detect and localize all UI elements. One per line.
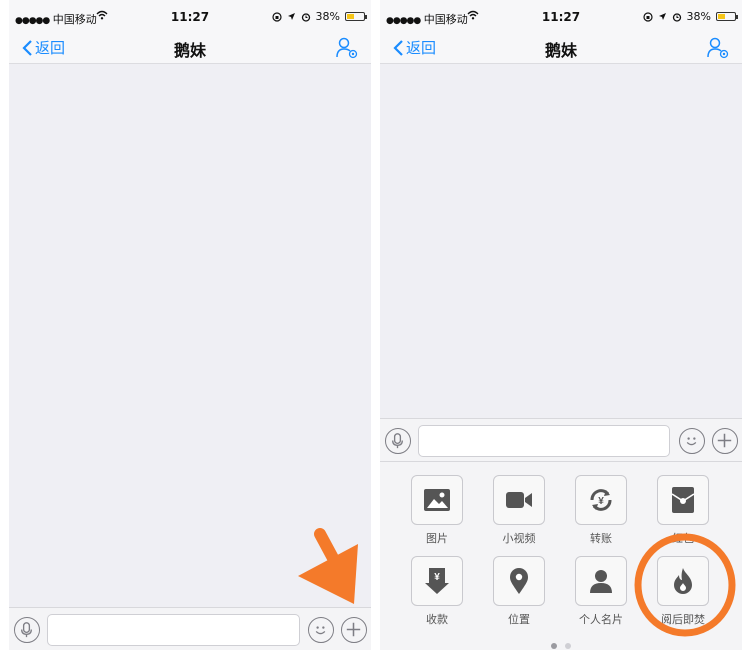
receive-money-icon: ¥ <box>425 568 449 594</box>
nav-bar: 返回 鹅妹 <box>9 34 371 64</box>
svg-text:¥: ¥ <box>434 572 440 583</box>
page-dot[interactable] <box>551 643 557 649</box>
voice-button[interactable] <box>14 617 40 643</box>
status-bar: ●●●●● 中国移动 11:27 38% <box>380 0 742 34</box>
status-right: 38% <box>642 10 738 23</box>
more-functions-panel: 图片 小视频 ¥ 转账 红包 ¥ 收款 位置 个人名片 阅后即焚 <box>380 462 742 650</box>
chat-area <box>380 65 742 418</box>
emoji-button[interactable] <box>679 428 705 454</box>
microphone-icon <box>21 622 32 638</box>
chat-title: 鹅妹 <box>173 41 206 60</box>
battery-fill <box>718 14 725 19</box>
contact-card-icon <box>590 570 612 593</box>
receive-money-button[interactable]: ¥ <box>411 556 463 606</box>
chat-title: 鹅妹 <box>544 41 577 60</box>
smiley-icon <box>315 626 326 635</box>
emoji-button[interactable] <box>308 617 334 643</box>
panel-item-label: 收款 <box>426 613 448 626</box>
panel-item-label: 图片 <box>426 532 448 545</box>
profile-settings-icon[interactable] <box>706 36 730 60</box>
contact-card-button[interactable] <box>575 556 627 606</box>
battery-percent: 38% <box>686 10 711 23</box>
page-dot[interactable] <box>565 643 571 649</box>
annotation-arrow <box>298 528 358 604</box>
location-icon <box>510 568 528 594</box>
image-icon <box>424 489 450 511</box>
panel-item-label: 位置 <box>508 613 530 626</box>
microphone-icon <box>392 433 403 449</box>
transfer-button[interactable]: ¥ <box>575 475 627 525</box>
nav-bar: 返回 鹅妹 <box>380 34 742 64</box>
plus-icon <box>346 622 361 637</box>
image-button[interactable] <box>411 475 463 525</box>
status-bar: ●●●●● 中国移动 11:27 38% <box>9 0 371 34</box>
left-screen: ●●●●● 中国移动 11:27 38% 返回 鹅妹 <box>9 0 371 650</box>
battery-icon <box>716 12 738 21</box>
panel-item-receive-money[interactable]: ¥ 收款 <box>411 556 463 627</box>
alarm-icon <box>301 12 310 22</box>
video-button[interactable] <box>493 475 545 525</box>
annotation-circle <box>634 533 736 637</box>
svg-text:¥: ¥ <box>598 496 604 507</box>
panel-item-location[interactable]: 位置 <box>493 556 545 627</box>
input-bar <box>9 607 371 650</box>
rotation-lock-icon <box>642 11 653 22</box>
chat-area <box>9 65 371 607</box>
plus-icon <box>717 433 732 448</box>
status-right: 38% <box>271 10 367 23</box>
right-screen: ●●●●● 中国移动 11:27 38% 返回 鹅妹 图片 小视频 ¥ 转账 红… <box>380 0 742 650</box>
more-button[interactable] <box>712 428 738 454</box>
video-icon <box>506 492 532 508</box>
red-envelope-icon <box>671 487 695 513</box>
input-bar <box>380 418 742 462</box>
location-arrow-icon <box>287 13 295 20</box>
panel-item-transfer[interactable]: ¥ 转账 <box>575 475 627 546</box>
panel-item-video[interactable]: 小视频 <box>493 475 545 546</box>
panel-item-image[interactable]: 图片 <box>411 475 463 546</box>
battery-icon <box>345 12 367 21</box>
alarm-icon <box>672 12 681 22</box>
profile-settings-icon[interactable] <box>335 36 359 60</box>
more-button[interactable] <box>341 617 367 643</box>
smiley-icon <box>686 437 697 446</box>
panel-item-label: 个人名片 <box>579 613 623 626</box>
red-envelope-button[interactable] <box>657 475 709 525</box>
voice-button[interactable] <box>385 428 411 454</box>
transfer-icon: ¥ <box>590 489 612 511</box>
battery-fill <box>347 14 354 19</box>
location-arrow-icon <box>658 13 666 20</box>
message-input[interactable] <box>418 425 670 457</box>
battery-percent: 38% <box>315 10 340 23</box>
panel-item-contact-card[interactable]: 个人名片 <box>575 556 627 627</box>
panel-item-label: 小视频 <box>502 532 536 545</box>
message-input[interactable] <box>47 614 300 646</box>
rotation-lock-icon <box>271 11 282 22</box>
location-button[interactable] <box>493 556 545 606</box>
panel-item-label: 转账 <box>590 532 612 545</box>
